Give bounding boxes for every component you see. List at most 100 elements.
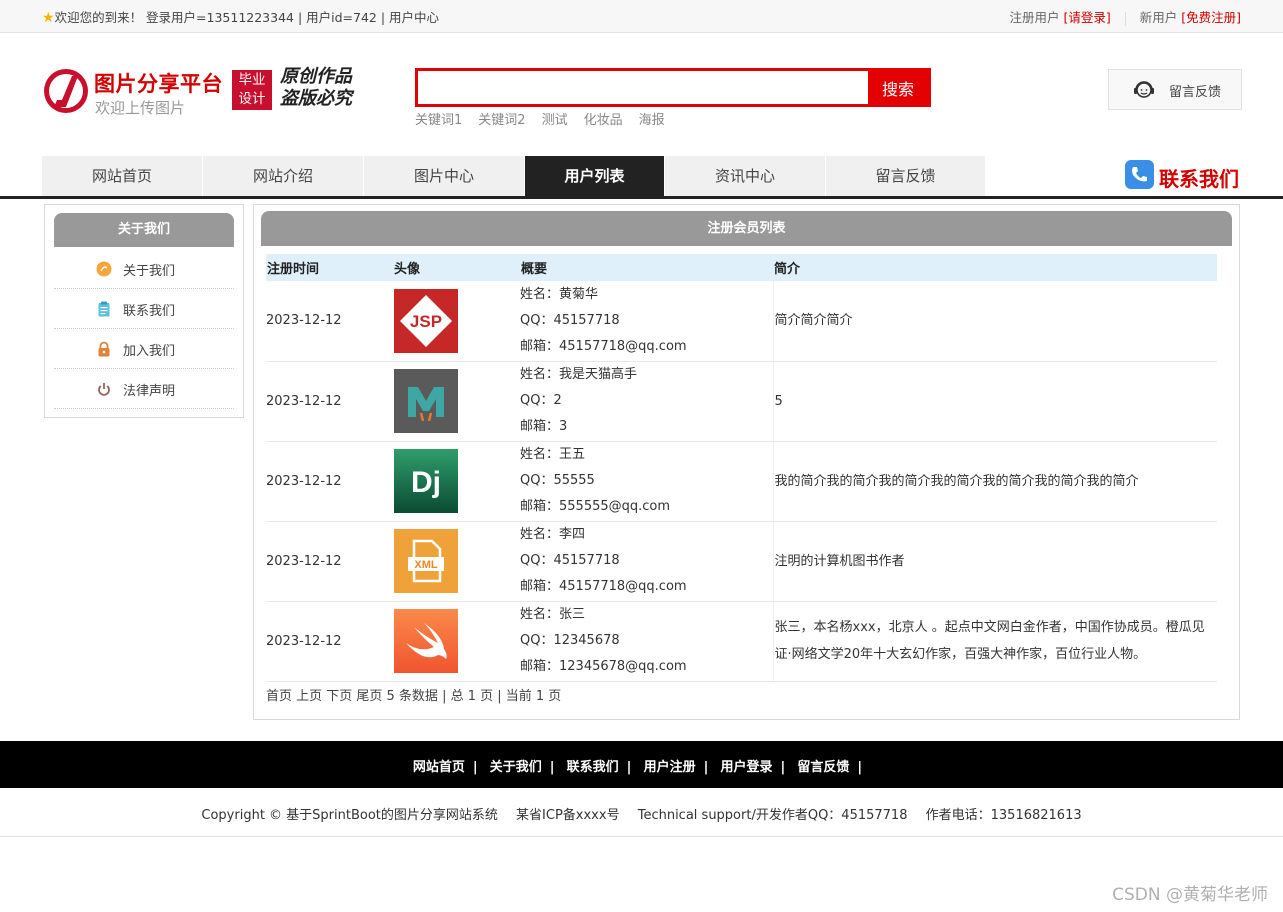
footer-link-contact[interactable]: 联系我们 bbox=[567, 760, 619, 775]
headset-icon bbox=[1134, 81, 1154, 98]
sidebar-item-label: 法律声明 bbox=[123, 384, 176, 399]
sidebar-title: 关于我们 bbox=[54, 213, 234, 247]
member-email: 邮箱：45157718@qq.com bbox=[520, 579, 687, 594]
footer-link-about[interactable]: 关于我们 bbox=[490, 760, 542, 775]
login-link[interactable]: [请登录] bbox=[1064, 10, 1111, 25]
search-button[interactable]: 搜索 bbox=[868, 71, 928, 104]
avatar-cell: Dj bbox=[393, 441, 520, 522]
support-text: Technical support/开发作者QQ：45157718 bbox=[637, 808, 908, 823]
member-email: 邮箱：555555@qq.com bbox=[520, 499, 671, 514]
sidebar-item-label: 联系我们 bbox=[123, 304, 176, 319]
summary-cell: 姓名：我是天猫高手 QQ：2 邮箱：3 bbox=[520, 361, 773, 442]
member-email: 邮箱：3 bbox=[520, 419, 568, 434]
top-bar: ★欢迎您的到来！ 登录用户=13511223344 | 用户id=742 | 用… bbox=[0, 0, 1283, 33]
signup-link[interactable]: [免费注册] bbox=[1181, 10, 1241, 25]
footer-link-home[interactable]: 网站首页 bbox=[413, 760, 465, 775]
nav-item-intro[interactable]: 网站介绍 bbox=[203, 156, 364, 196]
footer-link-feedback[interactable]: 留言反馈 bbox=[797, 760, 849, 775]
hot-keyword-link[interactable]: 关键词1 bbox=[415, 113, 462, 128]
avatar-cell bbox=[393, 361, 520, 442]
table-header-row: 注册时间 头像 概要 简介 bbox=[266, 254, 1217, 281]
member-intro: 张三，本名杨xxx，北京人 。起点中文网白金作者，中国作协成员。橙瓜见证·网络文… bbox=[772, 601, 1217, 682]
register-date: 2023-12-12 bbox=[266, 441, 393, 522]
avatar-cell: XML bbox=[393, 521, 520, 602]
summary-cell: 姓名：王五 QQ：55555 邮箱：555555@qq.com bbox=[520, 441, 773, 522]
nav-item-user-list[interactable]: 用户列表 bbox=[525, 156, 665, 196]
footer-nav: 网站首页 | 关于我们 | 联系我们 | 用户注册 | 用户登录 | 留言反馈 | bbox=[0, 741, 1283, 788]
account-links: 注册用户 [请登录] 新用户 [免费注册] bbox=[1009, 7, 1241, 26]
member-name: 姓名：张三 bbox=[520, 607, 586, 622]
contact-us-label: 联系我们 bbox=[1159, 167, 1239, 191]
icp-text: 某省ICP备xxxx号 bbox=[516, 808, 620, 823]
svg-text:XML: XML bbox=[414, 559, 438, 571]
power-icon bbox=[98, 383, 110, 396]
hot-keywords: 关键词1 关键词2 测试 化妆品 海报 bbox=[415, 109, 681, 128]
search-box: 搜索 bbox=[415, 68, 931, 107]
hot-keyword-link[interactable]: 关键词2 bbox=[478, 113, 525, 128]
sidebar-item-legal[interactable]: 法律声明 bbox=[54, 369, 234, 409]
register-user-label: 注册用户 bbox=[1009, 10, 1060, 25]
site-logo-icon[interactable] bbox=[42, 67, 90, 115]
member-intro: 注明的计算机图书作者 bbox=[772, 521, 1217, 602]
member-qq: QQ：55555 bbox=[520, 473, 595, 488]
hot-keyword-link[interactable]: 海报 bbox=[639, 113, 665, 128]
member-qq: QQ：12345678 bbox=[520, 633, 620, 648]
copyright: Copyright © 基于SprintBoot的图片分享网站系统 某省ICP备… bbox=[0, 804, 1283, 823]
nav-item-images[interactable]: 图片中心 bbox=[364, 156, 525, 196]
site-subtitle: 欢迎上传图片 bbox=[95, 99, 186, 117]
orange-circle-icon bbox=[96, 261, 112, 277]
member-intro: 5 bbox=[772, 361, 1217, 442]
clipboard-icon bbox=[98, 301, 110, 317]
table-row: 2023-12-12 Dj 姓名：王五 QQ：55555 邮箱：555555@q… bbox=[266, 441, 1217, 522]
sidebar-item-contact[interactable]: 联系我们 bbox=[54, 289, 234, 329]
footer-link-login[interactable]: 用户登录 bbox=[720, 760, 772, 775]
site-title: 图片分享平台 bbox=[94, 72, 223, 96]
column-header: 头像 bbox=[393, 254, 520, 281]
sidebar: 关于我们 关于我们 联系我们 加入我们 法律声明 bbox=[44, 204, 244, 418]
table-row: 2023-12-12 XML 姓名：李四 QQ：45157718 邮箱：4515… bbox=[266, 521, 1217, 602]
sidebar-item-join[interactable]: 加入我们 bbox=[54, 329, 234, 369]
member-name: 姓名：王五 bbox=[520, 447, 586, 462]
m-icon[interactable] bbox=[394, 369, 458, 433]
member-intro: 我的简介我的简介我的简介我的简介我的简介我的简介我的简介 bbox=[772, 441, 1217, 522]
register-date: 2023-12-12 bbox=[266, 521, 393, 602]
column-header: 简介 bbox=[773, 254, 1217, 281]
nav-item-home[interactable]: 网站首页 bbox=[42, 156, 203, 196]
member-name: 姓名：我是天猫高手 bbox=[520, 367, 638, 382]
sidebar-item-label: 加入我们 bbox=[123, 344, 176, 359]
avatar-cell bbox=[393, 601, 520, 682]
member-intro: 简介简介简介 bbox=[772, 281, 1217, 362]
pagination[interactable]: 首页 上页 下页 尾页 5 条数据 | 总 1 页 | 当前 1 页 bbox=[266, 685, 561, 704]
hot-keyword-link[interactable]: 化妆品 bbox=[584, 113, 623, 128]
star-icon: ★ bbox=[42, 10, 55, 26]
divider bbox=[1124, 11, 1126, 26]
member-table: 注册时间 头像 概要 简介 2023-12-12 JSP 姓名：黄菊华 QQ：4… bbox=[266, 254, 1217, 682]
table-row: 2023-12-12 姓名：张三 QQ：12345678 邮箱：12345678… bbox=[266, 601, 1217, 682]
xml-file-icon[interactable]: XML bbox=[394, 529, 458, 593]
sidebar-item-about[interactable]: 关于我们 bbox=[54, 249, 234, 289]
swift-icon[interactable] bbox=[394, 609, 458, 673]
footer-divider bbox=[0, 836, 1283, 837]
copyright-text: Copyright © 基于SprintBoot的图片分享网站系统 bbox=[201, 808, 498, 823]
django-icon[interactable]: Dj bbox=[394, 449, 458, 513]
graduation-badge: 毕业 设计 bbox=[232, 70, 272, 110]
member-list-panel: 注册会员列表 注册时间 头像 概要 简介 2023-12-12 JSP 姓名：黄… bbox=[253, 204, 1240, 720]
phone-icon bbox=[1125, 160, 1154, 189]
watermark: CSDN @黄菊华老师 bbox=[1112, 885, 1268, 905]
register-date: 2023-12-12 bbox=[266, 281, 393, 362]
footer-link-register[interactable]: 用户注册 bbox=[644, 760, 696, 775]
summary-cell: 姓名：李四 QQ：45157718 邮箱：45157718@qq.com bbox=[520, 521, 773, 602]
hot-keyword-link[interactable]: 测试 bbox=[542, 113, 568, 128]
sidebar-item-label: 关于我们 bbox=[123, 264, 176, 279]
column-header: 概要 bbox=[520, 254, 773, 281]
nav-item-news[interactable]: 资讯中心 bbox=[665, 156, 826, 196]
svg-text:Dj: Dj bbox=[411, 466, 441, 499]
feedback-button[interactable]: 留言反馈 bbox=[1108, 69, 1242, 110]
jsp-icon[interactable]: JSP bbox=[394, 288, 458, 353]
table-row: 2023-12-12 姓名：我是天猫高手 QQ：2 邮箱：3 5 bbox=[266, 361, 1217, 442]
nav-item-feedback[interactable]: 留言反馈 bbox=[826, 156, 986, 196]
avatar-cell: JSP bbox=[393, 281, 520, 362]
member-name: 姓名：李四 bbox=[520, 527, 586, 542]
member-qq: QQ：45157718 bbox=[520, 312, 620, 328]
search-input[interactable] bbox=[418, 71, 870, 104]
